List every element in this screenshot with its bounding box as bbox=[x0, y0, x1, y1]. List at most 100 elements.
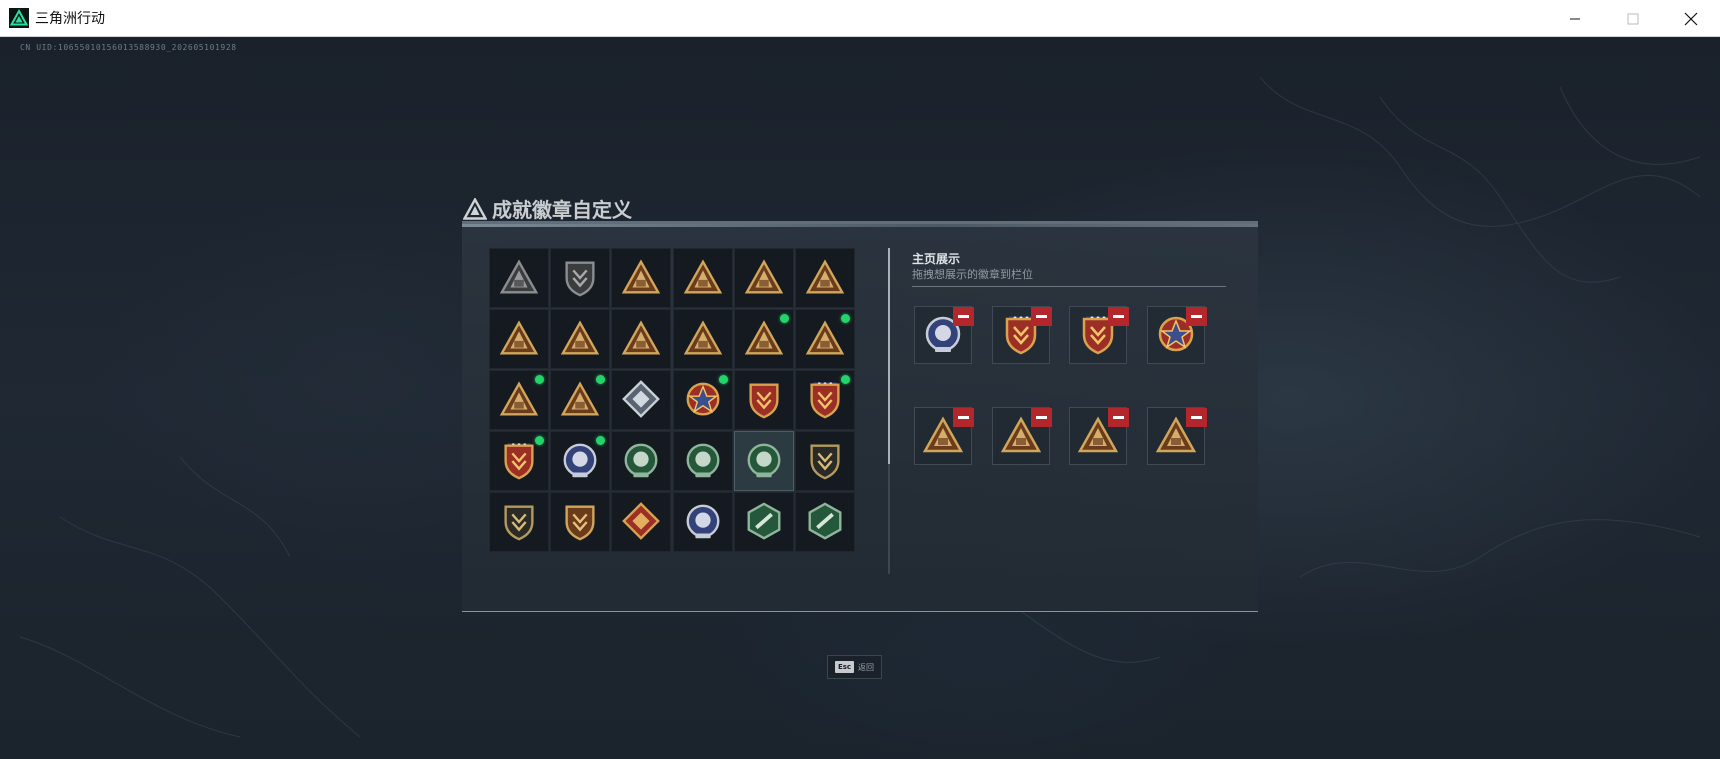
soldier-hex-badge-icon bbox=[747, 502, 781, 540]
window-controls bbox=[1546, 0, 1720, 37]
badge-cell[interactable] bbox=[795, 248, 855, 308]
badge-cell[interactable] bbox=[672, 431, 733, 491]
showcase-slot[interactable] bbox=[914, 306, 974, 364]
showcase-slot[interactable] bbox=[992, 306, 1052, 364]
remove-badge-button[interactable] bbox=[1108, 408, 1129, 427]
badge-cell[interactable] bbox=[489, 248, 549, 308]
radio-triangle-badge-icon bbox=[683, 259, 722, 294]
new-indicator-dot bbox=[535, 375, 544, 384]
wolf-circle-badge-icon bbox=[686, 504, 720, 539]
badge-grid[interactable] bbox=[489, 248, 881, 574]
showcase-slot[interactable] bbox=[1147, 306, 1207, 364]
remove-badge-button[interactable] bbox=[953, 408, 974, 427]
badge-cell[interactable] bbox=[733, 492, 794, 552]
badge-cell[interactable] bbox=[611, 492, 672, 552]
new-indicator-dot bbox=[718, 375, 728, 384]
showcase-slot[interactable] bbox=[1069, 407, 1129, 465]
badge-cell[interactable] bbox=[550, 309, 611, 369]
diamond-crest-badge-icon bbox=[622, 380, 661, 418]
badge-cell[interactable] bbox=[611, 370, 672, 430]
minimize-button[interactable] bbox=[1546, 0, 1604, 37]
badge-cell[interactable] bbox=[795, 370, 855, 430]
badge-cell[interactable] bbox=[550, 370, 611, 430]
badge-cell[interactable] bbox=[489, 431, 549, 491]
helmet-triangle-badge-icon bbox=[622, 320, 661, 355]
panel-header: 成就徽章自定义 bbox=[463, 194, 632, 223]
back-button[interactable]: Esc 返回 bbox=[827, 655, 882, 679]
badge-cell[interactable] bbox=[733, 248, 794, 308]
badge-cell[interactable] bbox=[489, 492, 549, 552]
badge-cell[interactable] bbox=[733, 309, 794, 369]
remove-badge-button[interactable] bbox=[953, 307, 974, 326]
gun-hex-badge-icon bbox=[808, 502, 842, 540]
badge-customize-panel: 主页展示 拖拽想展示的徽章到栏位 bbox=[462, 221, 1258, 612]
badge-cell[interactable] bbox=[611, 309, 672, 369]
badge-grid-scrolltrack bbox=[888, 464, 890, 574]
badge-cell[interactable] bbox=[611, 248, 672, 308]
badge-cell[interactable] bbox=[550, 431, 611, 491]
minus-icon bbox=[1036, 315, 1047, 318]
badge-cell[interactable] bbox=[489, 309, 549, 369]
new-indicator-dot bbox=[596, 375, 606, 384]
badge-cell[interactable] bbox=[550, 492, 611, 552]
new-indicator-dot bbox=[535, 436, 544, 445]
badge-cell[interactable] bbox=[489, 370, 549, 430]
showcase-slot[interactable] bbox=[1069, 306, 1129, 364]
remove-badge-button[interactable] bbox=[1186, 408, 1207, 427]
badge-cell[interactable] bbox=[672, 492, 733, 552]
showcase-slot[interactable] bbox=[914, 407, 974, 465]
badge-cell[interactable] bbox=[795, 492, 855, 552]
astronaut-helmet-badge-icon bbox=[563, 443, 597, 478]
skull-emblem-badge-icon bbox=[624, 443, 658, 478]
new-indicator-dot bbox=[841, 314, 850, 323]
back-label: 返回 bbox=[858, 662, 875, 672]
badge-cell[interactable] bbox=[550, 248, 611, 308]
armor-triangle-badge-icon bbox=[499, 320, 539, 355]
remove-badge-button[interactable] bbox=[1108, 307, 1129, 326]
showcase-slot[interactable] bbox=[992, 407, 1052, 465]
badge-cell[interactable] bbox=[795, 309, 855, 369]
remove-badge-button[interactable] bbox=[1031, 307, 1052, 326]
drone-triangle-badge-icon bbox=[560, 320, 600, 355]
minus-icon bbox=[1191, 416, 1202, 419]
badge-grid-scrollbar[interactable] bbox=[888, 248, 890, 464]
delta-force-logo-icon bbox=[9, 8, 29, 28]
missile-triangle-badge-icon bbox=[560, 381, 600, 416]
helicopter-badge-icon bbox=[565, 261, 595, 297]
window-titlebar: 三角洲行动 bbox=[0, 0, 1720, 37]
minimize-icon bbox=[1570, 18, 1580, 19]
esc-key-icon: Esc bbox=[834, 661, 855, 673]
new-indicator-dot bbox=[596, 436, 606, 445]
badge-cell[interactable] bbox=[611, 431, 672, 491]
maximize-button[interactable] bbox=[1604, 0, 1662, 37]
starred-shield-badge-icon bbox=[810, 382, 840, 419]
wings-shield-badge-icon bbox=[565, 505, 595, 541]
barrel-triangle-badge-icon bbox=[744, 320, 784, 355]
minus-icon bbox=[1113, 416, 1124, 419]
badge-cell[interactable] bbox=[795, 431, 855, 491]
badge-cell[interactable] bbox=[733, 431, 794, 491]
badge-cell[interactable] bbox=[672, 370, 733, 430]
panel-title: 成就徽章自定义 bbox=[492, 198, 632, 222]
vehicle-triangle-badge-icon bbox=[622, 259, 661, 294]
player-uid: CN UID:10655010156013588930_202605101928 bbox=[20, 43, 237, 52]
remove-badge-button[interactable] bbox=[1186, 307, 1207, 326]
squad-triangle-badge-icon bbox=[499, 381, 539, 416]
showcase-slot[interactable] bbox=[1147, 407, 1207, 465]
remove-badge-button[interactable] bbox=[1031, 408, 1052, 427]
shield-triangle-badge-icon bbox=[499, 259, 539, 294]
badge-cell[interactable] bbox=[733, 370, 794, 430]
rifle-crest-badge-icon bbox=[810, 444, 840, 480]
star-cross-badge-icon bbox=[686, 382, 720, 416]
chevron-shield-badge-icon bbox=[749, 383, 779, 419]
maximize-icon bbox=[1627, 13, 1639, 24]
close-button[interactable] bbox=[1662, 0, 1720, 37]
delta-force-logo-icon bbox=[463, 197, 487, 220]
close-icon bbox=[1684, 12, 1698, 25]
crosshair-emblem-badge-icon bbox=[747, 443, 781, 478]
window-title: 三角洲行动 bbox=[35, 10, 105, 26]
showcase-divider bbox=[912, 286, 1226, 287]
badge-cell[interactable] bbox=[672, 248, 733, 308]
new-indicator-dot bbox=[841, 375, 850, 384]
badge-cell[interactable] bbox=[672, 309, 733, 369]
